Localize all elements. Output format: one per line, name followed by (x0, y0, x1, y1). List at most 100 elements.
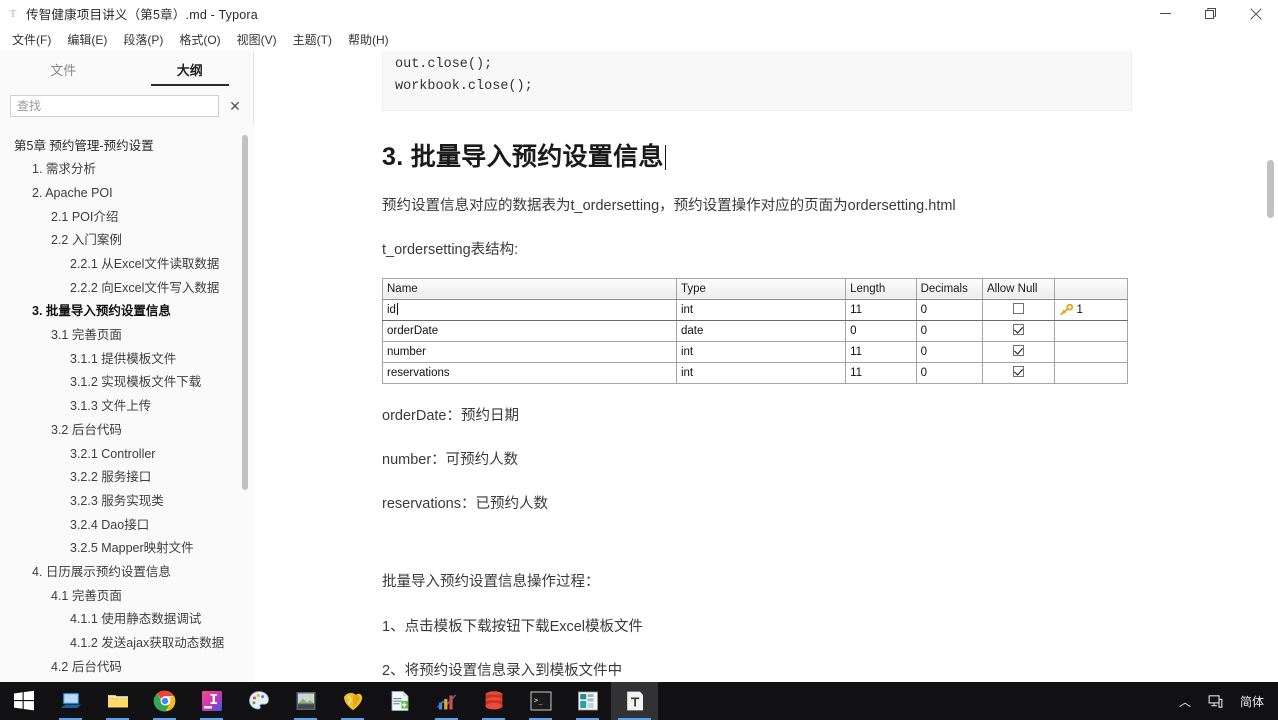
outline-item[interactable]: 2. Apache POI (0, 181, 254, 205)
cell-length: 0 (845, 319, 917, 342)
cell-name: id (382, 298, 677, 321)
code-block[interactable]: out.close(); workbook.close(); (382, 51, 1132, 111)
col-key (1054, 277, 1128, 300)
network-icon[interactable] (1199, 682, 1232, 720)
outline-item[interactable]: 2.2.2 向Excel文件写入数据 (0, 276, 254, 300)
cell-type: date (675, 319, 847, 342)
outline-item[interactable]: 第5章 预约管理-预约设置 (0, 134, 254, 158)
outline-item[interactable]: 3.1.3 文件上传 (0, 395, 254, 419)
paint-palette-icon (248, 691, 269, 710)
close-button[interactable] (1233, 0, 1278, 28)
menu-help[interactable]: 帮助(H) (340, 31, 397, 49)
taskbar-cmd[interactable]: >_ (517, 682, 564, 720)
restore-button[interactable] (1188, 0, 1233, 28)
taskbar-winrar[interactable] (329, 682, 376, 720)
tab-files[interactable]: 文件 (0, 60, 127, 86)
table-header-row: Name Type Length Decimals Allow Null (382, 277, 1128, 300)
taskbar-file-explorer[interactable] (94, 682, 141, 720)
outline-item[interactable]: 4.1 完善页面 (0, 584, 254, 608)
editor-scrollbar-thumb[interactable] (1267, 160, 1274, 218)
cell-allow-null[interactable] (981, 319, 1056, 342)
sidebar-scrollbar-thumb[interactable] (242, 135, 248, 490)
menu-format[interactable]: 格式(O) (171, 31, 228, 49)
outline-item[interactable]: 3.2.1 Controller (0, 442, 254, 466)
schema-table: Name Type Length Decimals Allow Null id i… (382, 277, 1128, 384)
table-row[interactable]: orderDate date 0 0 (382, 319, 1128, 342)
outline-item[interactable]: 4.1.2 发送ajax获取动态数据 (0, 631, 254, 655)
taskbar: >_ ︿ 简体 (0, 682, 1278, 720)
menu-theme[interactable]: 主题(T) (285, 31, 340, 49)
paragraph-table-label: t_ordersetting表结构: (382, 241, 519, 258)
cell-allow-null[interactable] (981, 361, 1056, 384)
outline-item[interactable]: 3. 批量导入预约设置信息 (0, 300, 254, 324)
start-button[interactable] (0, 682, 47, 720)
document-body: out.close(); workbook.close(); 3. 批量导入预约… (382, 51, 1132, 682)
outline-item[interactable]: 3.2.4 Dao接口 (0, 513, 254, 537)
close-icon[interactable]: ✕ (219, 99, 245, 113)
document-scroll: out.close(); workbook.close(); 3. 批量导入预约… (254, 51, 1260, 682)
ime-indicator[interactable]: 简体 (1232, 682, 1272, 720)
tab-outline[interactable]: 大纲 (127, 60, 254, 86)
cell-name: orderDate (382, 319, 677, 342)
navicat-database-icon (485, 691, 502, 710)
field-note-number: number：可预约人数 (382, 452, 519, 469)
checkbox-unchecked-icon (1013, 303, 1025, 315)
outline-item[interactable]: 3.1.2 实现模板文件下载 (0, 371, 254, 395)
typora-taskbar-icon (626, 691, 643, 711)
menu-paragraph[interactable]: 段落(P) (115, 31, 171, 49)
system-tray: ︿ 简体 (1171, 682, 1278, 720)
taskbar-this-pc[interactable] (47, 682, 94, 720)
outline-item[interactable]: 3.2.3 服务实现类 (0, 489, 254, 513)
taskbar-typora[interactable] (611, 682, 658, 720)
menu-bar: 文件(F) 编辑(E) 段落(P) 格式(O) 视图(V) 主题(T) 帮助(H… (0, 28, 1278, 51)
table-row[interactable]: number int 11 0 (382, 340, 1128, 363)
menu-file[interactable]: 文件(F) (4, 31, 59, 49)
col-name: Name (382, 277, 677, 300)
search-input[interactable] (10, 94, 219, 117)
menu-view[interactable]: 视图(V) (229, 31, 285, 49)
outline-item[interactable]: 3.1 完善页面 (0, 324, 254, 348)
cell-allow-null[interactable] (981, 340, 1056, 363)
cell-primary-key (1054, 319, 1128, 342)
taskbar-intellij[interactable] (188, 682, 235, 720)
cell-primary-key (1054, 340, 1128, 363)
outline-item[interactable]: 4. 日历展示预约设置信息 (0, 560, 254, 584)
primary-key-order: 1 (1076, 303, 1083, 316)
outline-item[interactable]: 3.2.5 Mapper映射文件 (0, 537, 254, 561)
paragraph-intro: 预约设置信息对应的数据表为t_ordersetting，预约设置操作对应的页面为… (382, 197, 956, 214)
outline-item[interactable]: 2.1 POI介绍 (0, 205, 254, 229)
cell-type: int (675, 298, 847, 321)
cell-allow-null[interactable] (981, 298, 1056, 321)
outline-item[interactable]: 4.2 后台代码 (0, 655, 254, 679)
page-title[interactable]: 3. 批量导入预约设置信息 (382, 141, 1132, 174)
table-row[interactable]: reservations int 11 0 (382, 361, 1128, 384)
taskbar-snipaste[interactable] (282, 682, 329, 720)
outline-item[interactable]: 2.2 入门案例 (0, 229, 254, 253)
taskbar-xmind[interactable] (564, 682, 611, 720)
svg-text:>_: >_ (534, 697, 543, 705)
taskbar-editplus[interactable] (376, 682, 423, 720)
outline-item[interactable]: 2.2.1 从Excel文件读取数据 (0, 252, 254, 276)
outline-item[interactable]: 3.2.2 服务接口 (0, 466, 254, 490)
taskbar-chrome[interactable] (141, 682, 188, 720)
title-bar: T 传智健康项目讲义（第5章）.md - Typora (0, 0, 1278, 28)
schema-table-body: id int 11 0 1 orderDate date 0 0 number int 11 0 rese… (382, 298, 1128, 384)
outline-item[interactable]: 3.2 后台代码 (0, 418, 254, 442)
taskbar-navicat[interactable] (470, 682, 517, 720)
taskbar-powerdesigner[interactable] (423, 682, 470, 720)
page-title-text: 3. 批量导入预约设置信息 (382, 143, 664, 171)
outline-item[interactable]: 1. 需求分析 (0, 158, 254, 182)
editor-area[interactable]: out.close(); workbook.close(); 3. 批量导入预约… (254, 51, 1278, 682)
menu-edit[interactable]: 编辑(E) (59, 31, 115, 49)
col-type: Type (675, 277, 847, 300)
winrar-books-icon (343, 692, 362, 710)
schema-table-head: Name Type Length Decimals Allow Null (382, 277, 1128, 300)
table-row[interactable]: id int 11 0 1 (382, 298, 1128, 321)
outline-item[interactable]: 3.1.1 提供模板文件 (0, 347, 254, 371)
taskbar-paint[interactable] (235, 682, 282, 720)
chevron-up-icon[interactable]: ︿ (1171, 682, 1199, 720)
minimize-button[interactable] (1143, 0, 1188, 28)
outline-item[interactable]: 4.1.1 使用静态数据调试 (0, 608, 254, 632)
powerdesigner-chart-icon (436, 694, 456, 710)
